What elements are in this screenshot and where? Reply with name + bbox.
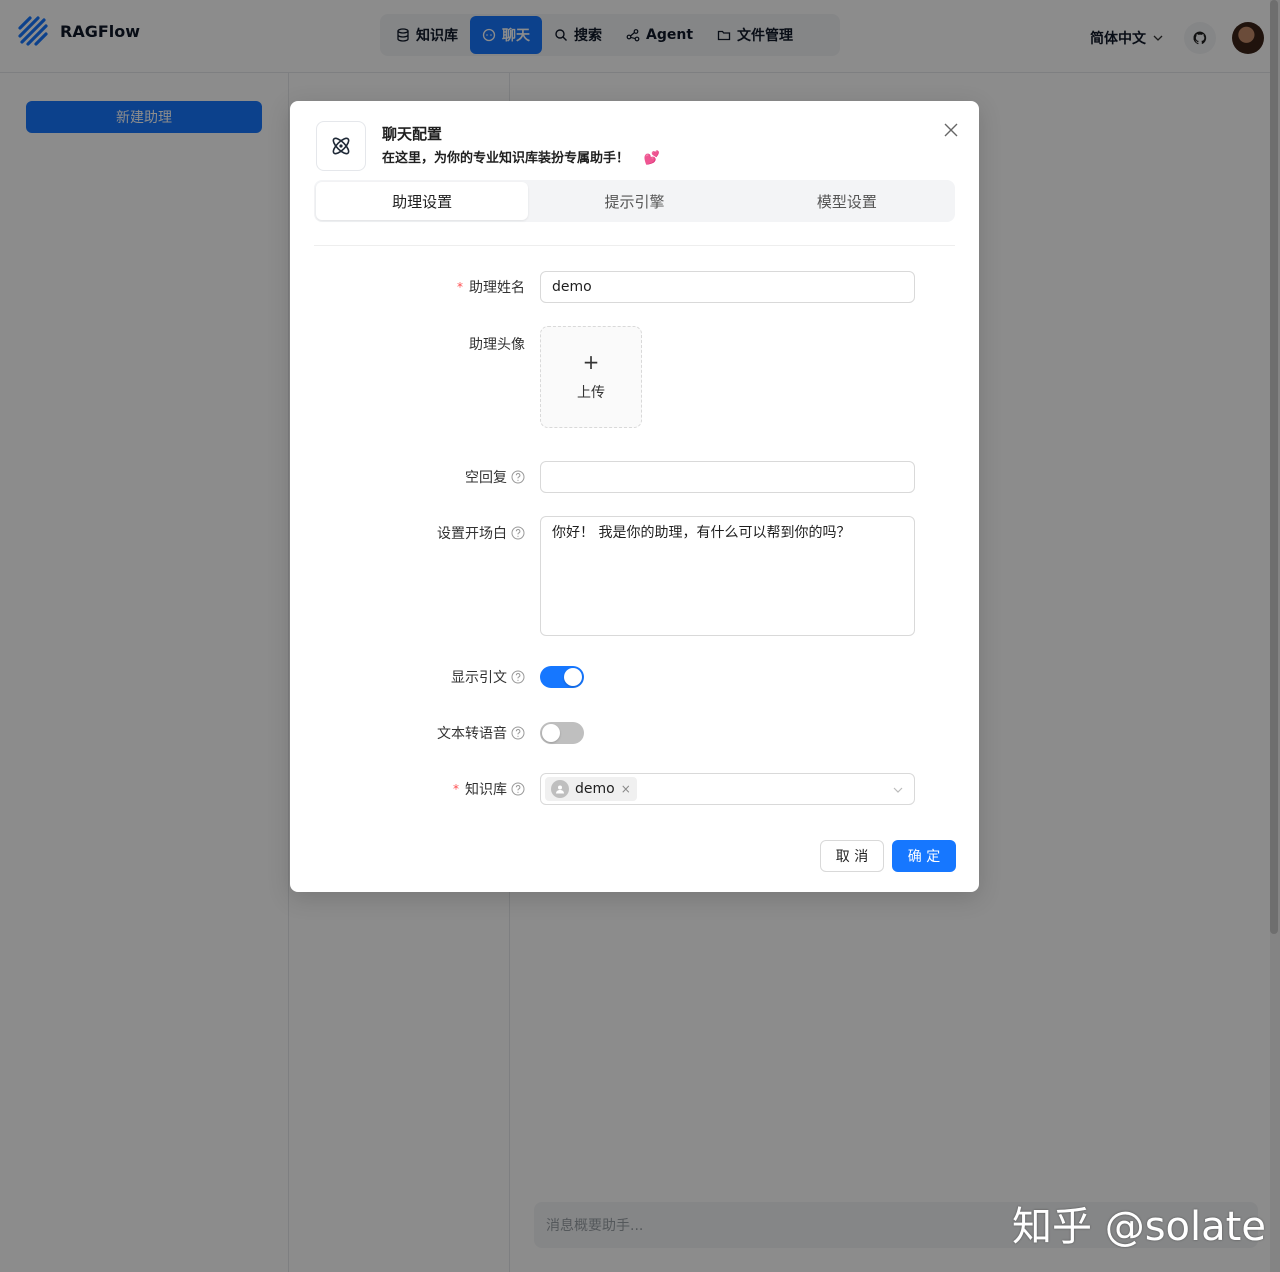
tts-toggle[interactable] — [540, 722, 584, 744]
assistant-avatar-label: 助理头像 — [469, 334, 525, 354]
empty-reply-input[interactable] — [540, 461, 915, 493]
close-icon[interactable] — [942, 121, 960, 139]
label-text: 设置开场白 — [437, 526, 507, 542]
label-text: 空回复 — [465, 470, 507, 486]
question-circle-icon[interactable] — [511, 670, 525, 684]
tab-model-settings[interactable]: 模型设置 — [741, 182, 953, 220]
show-quote-toggle[interactable] — [540, 666, 584, 688]
modal-tabs: 助理设置 提示引擎 模型设置 — [314, 180, 955, 222]
modal-header-icon-box — [316, 121, 366, 171]
toggle-knob — [542, 724, 560, 742]
cancel-button[interactable]: 取 消 — [820, 840, 884, 872]
question-circle-icon[interactable] — [511, 470, 525, 484]
question-circle-icon[interactable] — [511, 782, 525, 796]
tag-label: demo — [575, 781, 615, 797]
opener-textarea[interactable]: 你好！ 我是你的助理，有什么可以帮到你的吗？ — [540, 516, 915, 636]
label-text: 知识库 — [465, 782, 507, 798]
tabs-divider — [314, 245, 955, 246]
tag-remove-icon[interactable]: × — [621, 782, 631, 796]
tab-prompt-engine[interactable]: 提示引擎 — [528, 182, 740, 220]
avatar-upload-button[interactable]: + 上传 — [540, 326, 642, 428]
knowledge-base-select[interactable]: demo × — [540, 773, 915, 805]
opener-label: 设置开场白 — [437, 523, 525, 543]
upload-label: 上传 — [577, 385, 605, 401]
chat-config-modal: 聊天配置 在这里，为你的专业知识库装扮专属助手！ 💕 助理设置 提示引擎 模型设… — [290, 101, 979, 892]
question-circle-icon[interactable] — [511, 726, 525, 740]
zhihu-watermark: 知乎 @solate — [1012, 1204, 1266, 1250]
atom-icon — [332, 137, 350, 155]
question-circle-icon[interactable] — [511, 526, 525, 540]
selected-knowledge-base-tag: demo × — [545, 777, 637, 801]
assistant-name-input[interactable]: demo — [540, 271, 915, 303]
confirm-button[interactable]: 确 定 — [892, 840, 956, 872]
modal-title: 聊天配置 — [382, 125, 443, 143]
label-text: 助理姓名 — [469, 280, 525, 296]
knowledge-base-label: * 知识库 — [453, 779, 525, 799]
required-mark: * — [453, 782, 459, 796]
tab-assistant-settings[interactable]: 助理设置 — [316, 182, 529, 220]
show-quote-label: 显示引文 — [451, 667, 525, 687]
tts-label: 文本转语音 — [437, 723, 525, 743]
modal-subtitle-text: 在这里，为你的专业知识库装扮专属助手！ — [382, 151, 630, 166]
label-text: 助理头像 — [469, 337, 525, 353]
assistant-name-label: * 助理姓名 — [457, 277, 525, 297]
required-mark: * — [457, 280, 463, 294]
label-text: 文本转语音 — [437, 726, 507, 742]
plus-icon: + — [582, 350, 600, 374]
hearts-emoji: 💕 — [643, 151, 660, 166]
user-icon — [551, 780, 569, 798]
toggle-knob — [564, 668, 582, 686]
empty-reply-label: 空回复 — [465, 467, 525, 487]
chevron-down-icon — [893, 787, 903, 793]
modal-subtitle: 在这里，为你的专业知识库装扮专属助手！ 💕 — [382, 147, 660, 166]
label-text: 显示引文 — [451, 670, 507, 686]
